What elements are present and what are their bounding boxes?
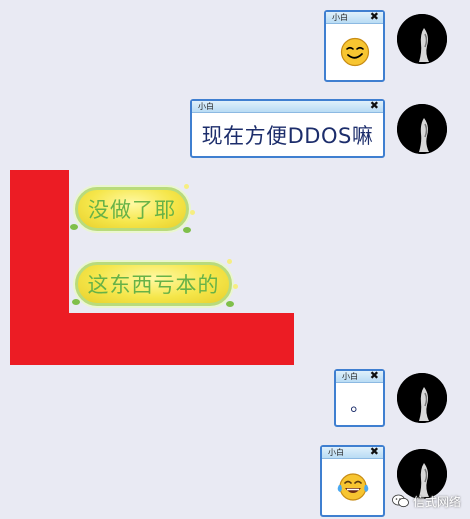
close-icon[interactable]: ✖ (370, 11, 379, 23)
leaf-decoration (70, 224, 78, 230)
bubble-titlebar: 小白 ✖ (192, 100, 383, 113)
redaction-block (10, 313, 294, 365)
leaf-decoration (183, 227, 191, 233)
message-text: 这东西亏本的 (87, 273, 220, 297)
message-text: 现在方便DDOS嘛 (201, 123, 374, 148)
bubble-titlebar: 小白 ✖ (336, 370, 383, 383)
bubble-titlebar: 小白 ✖ (326, 11, 383, 24)
sparkle-decoration (227, 259, 232, 264)
watermark-text: 信式网络 (413, 494, 462, 509)
sender-name: 小白 (332, 13, 348, 22)
message-bubble-emoji-2: 小白 ✖ (320, 445, 385, 517)
sender-name: 小白 (198, 102, 214, 111)
message-bubble-received-1: 没做了耶 (75, 187, 189, 231)
wechat-icon (392, 494, 409, 508)
close-icon[interactable]: ✖ (370, 446, 379, 458)
avatar[interactable] (397, 14, 447, 64)
avatar[interactable] (397, 104, 447, 154)
message-bubble-emoji-1: 小白 ✖ (324, 10, 385, 82)
close-icon[interactable]: ✖ (370, 370, 379, 382)
message-bubble-text-2: 小白 ✖ 。 (334, 369, 385, 427)
sender-name: 小白 (342, 372, 358, 381)
message-text: 。 (350, 395, 369, 416)
tears-of-joy-icon (337, 473, 368, 501)
sparkle-decoration (233, 284, 238, 289)
watermark: 信式网络 (392, 492, 461, 510)
sender-name: 小白 (328, 448, 344, 457)
message-text: 没做了耶 (88, 198, 176, 222)
bubble-titlebar: 小白 ✖ (322, 446, 383, 459)
sparkle-decoration (184, 184, 189, 189)
avatar[interactable] (397, 373, 447, 423)
message-bubble-received-2: 这东西亏本的 (75, 262, 232, 306)
message-bubble-text-1: 小白 ✖ 现在方便DDOS嘛 (190, 99, 385, 158)
sparkle-decoration (190, 210, 195, 215)
smirk-face-icon (340, 37, 369, 67)
leaf-decoration (72, 299, 80, 305)
close-icon[interactable]: ✖ (370, 100, 379, 112)
leaf-decoration (226, 301, 234, 307)
